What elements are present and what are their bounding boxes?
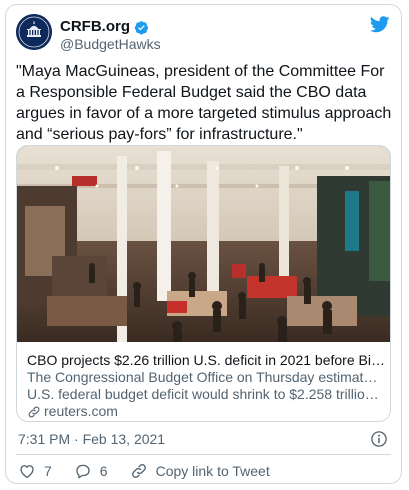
info-icon[interactable] xyxy=(370,430,388,448)
link-preview-image[interactable] xyxy=(17,146,390,342)
tweet-timestamp[interactable]: 7:31 PM · Feb 13, 2021 xyxy=(18,431,165,448)
link-chain-icon xyxy=(28,406,40,417)
link-preview-domain-text[interactable]: reuters.com xyxy=(44,403,118,420)
verified-badge-icon xyxy=(134,20,149,34)
link-preview-domain[interactable]: reuters.com xyxy=(27,403,118,420)
like-button[interactable]: 7 xyxy=(18,462,52,480)
reply-count: 6 xyxy=(99,463,108,479)
author-handle[interactable]: @BudgetHawks xyxy=(60,36,161,52)
link-icon xyxy=(131,464,146,478)
link-preview-title[interactable]: CBO projects $2.26 trillion U.S. deficit… xyxy=(27,352,385,369)
link-preview-card[interactable]: CBO projects $2.26 trillion U.S. deficit… xyxy=(16,145,391,422)
copy-link-button[interactable]: Copy link to Tweet xyxy=(130,462,270,480)
heart-icon xyxy=(20,465,34,479)
reply-button[interactable]: 6 xyxy=(74,462,108,480)
twitter-bird-icon[interactable] xyxy=(370,16,390,33)
like-count: 7 xyxy=(44,463,52,479)
link-preview-description-line: U.S. federal budget deficit would shrink… xyxy=(27,386,385,402)
display-name[interactable]: CRFB.org xyxy=(60,18,130,36)
link-preview-description: The Congressional Budget Office on Thurs… xyxy=(27,369,385,403)
reply-icon xyxy=(76,464,90,479)
author-name-row[interactable]: CRFB.org xyxy=(60,18,149,36)
tweet-actions: 7 6 Copy link to Tweet xyxy=(18,460,292,482)
copy-link-label[interactable]: Copy link to Tweet xyxy=(156,463,270,479)
tweet-embed-card[interactable]: CRFB.org @BudgetHawks "Maya MacGuineas, … xyxy=(5,4,402,484)
divider xyxy=(16,454,391,455)
avatar[interactable] xyxy=(16,14,52,50)
link-preview-description-line: The Congressional Budget Office on Thurs… xyxy=(27,369,385,385)
tweet-text: "Maya MacGuineas, president of the Commi… xyxy=(16,63,396,143)
